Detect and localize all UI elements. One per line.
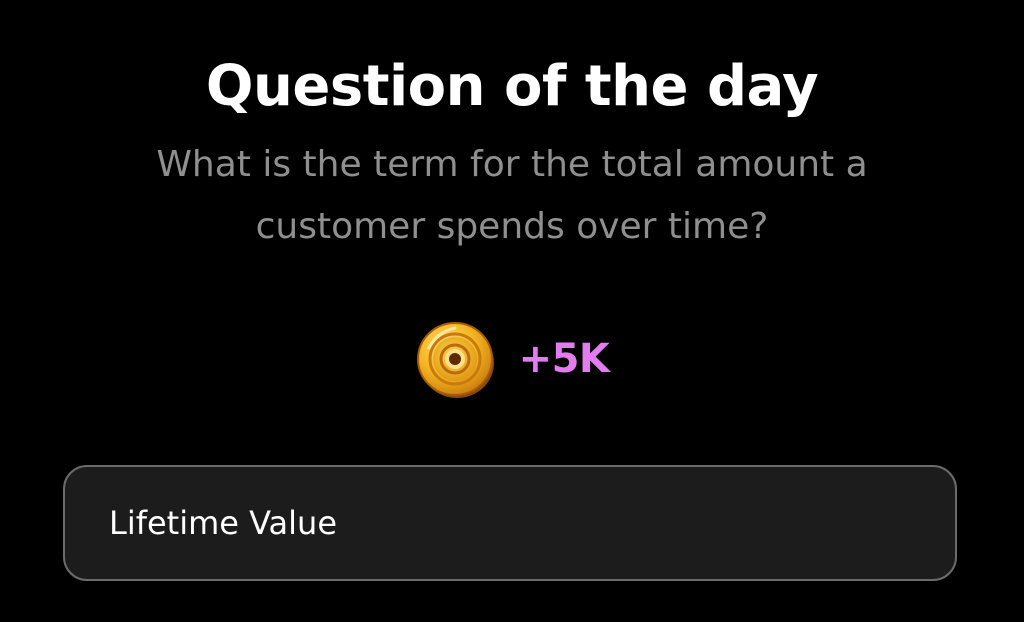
- reward-amount: +5K: [518, 336, 610, 382]
- answer-option-button[interactable]: Lifetime Value: [63, 465, 957, 581]
- question-of-the-day-screen: Question of the day What is the term for…: [0, 0, 1024, 622]
- answer-option-label: Lifetime Value: [109, 504, 338, 542]
- reward-row: +5K: [0, 318, 1024, 400]
- coin-icon: [416, 322, 494, 398]
- question-text: What is the term for the total amount a …: [156, 144, 868, 247]
- page-title: Question of the day: [205, 54, 819, 119]
